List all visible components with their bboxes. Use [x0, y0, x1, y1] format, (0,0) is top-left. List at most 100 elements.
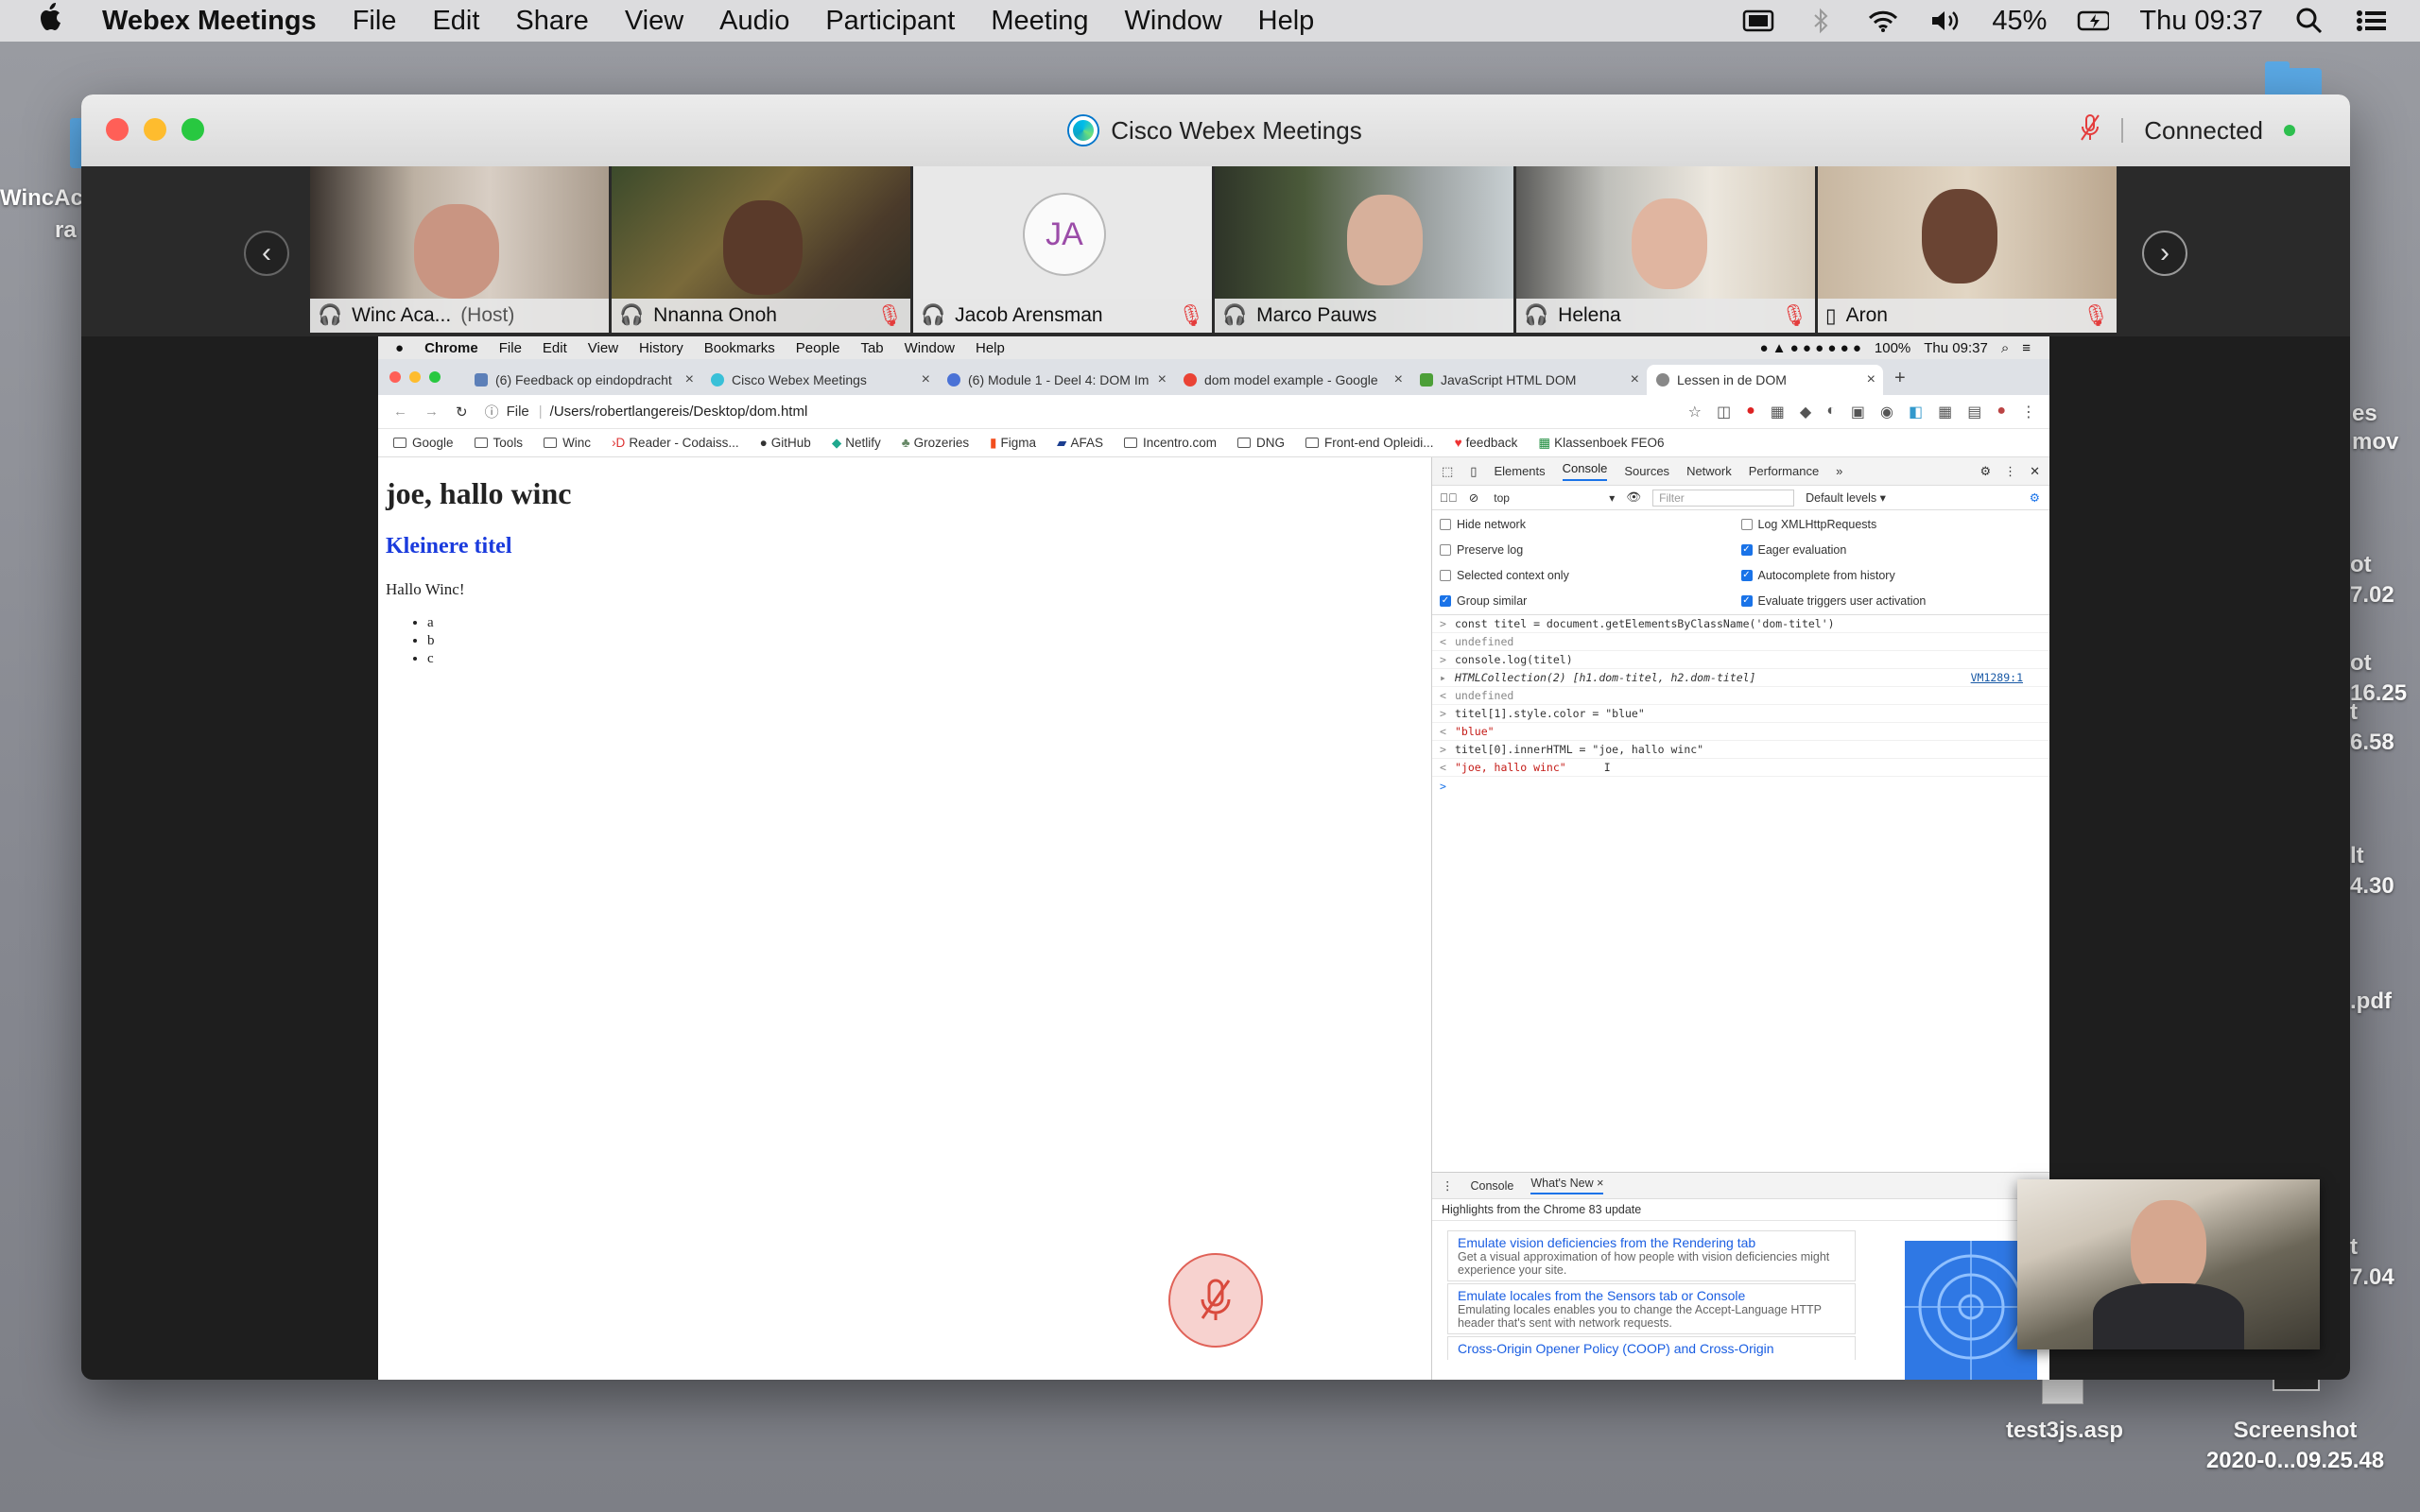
menu-participant[interactable]: Participant [825, 6, 955, 37]
self-view-body [2093, 1283, 2244, 1349]
more-tabs-icon: » [1836, 464, 1843, 478]
zoom-icon [429, 371, 441, 383]
list-item: c [427, 650, 1424, 668]
host-badge: (Host) [460, 304, 515, 326]
menu-view[interactable]: View [625, 6, 683, 37]
desktop-label[interactable]: 4.30 [2350, 873, 2394, 900]
console-line: ▸ HTMLCollection(2) [h1.dom-titel, h2.dom… [1432, 669, 2049, 687]
pocket-icon: ◫ [1716, 404, 1732, 421]
desktop-label[interactable]: ot [2350, 552, 2372, 578]
desktop-file-label[interactable]: 2020-0...09.25.48 [2182, 1448, 2409, 1474]
checkbox [1740, 518, 1753, 530]
bluetooth-icon[interactable] [1805, 8, 1837, 34]
phone-icon: ▯ [1825, 304, 1837, 327]
source-link: VM1289:1 [1970, 671, 2023, 684]
desktop-file-label[interactable]: Screenshot [2191, 1418, 2399, 1444]
self-view-video[interactable] [2017, 1179, 2320, 1349]
console-prefix: < [1440, 725, 1446, 738]
menu-file[interactable]: File [353, 6, 397, 37]
extension-icon: ◐ [1826, 402, 1836, 419]
setting-selected-context: Selected context only [1440, 567, 1741, 583]
divider [2121, 118, 2124, 143]
battery-icon[interactable] [2077, 9, 2110, 33]
reader-icon: ›D [612, 436, 626, 450]
divider: | [538, 404, 543, 420]
mic-muted-icon: 🎙 [1781, 303, 1807, 327]
participant-tile[interactable]: 🎧 Winc Aca... (Host) [310, 166, 609, 333]
camera-icon: ◉ [1879, 404, 1893, 421]
desktop-label[interactable]: ot [2350, 650, 2372, 677]
menu-audio[interactable]: Audio [719, 6, 789, 37]
devtools-panel: ⬚ ▯ Elements Console Sources Network Per… [1431, 457, 2049, 1380]
whats-new-card: Cross-Origin Opener Policy (COOP) and Cr… [1447, 1336, 1856, 1360]
list-item: a [427, 614, 1424, 632]
console-settings: Hide network Log XMLHttpRequests Preserv… [1432, 510, 2049, 615]
desktop-label[interactable]: WincAc [0, 185, 83, 212]
desktop-label[interactable]: t [2350, 1234, 2358, 1261]
reload-icon: ↻ [456, 404, 468, 421]
kebab-menu-icon: ⋮ [2004, 463, 2017, 478]
participant-face [1632, 198, 1707, 289]
menubar-clock[interactable]: Thu 09:37 [2139, 6, 2263, 37]
minimize-window-button[interactable] [144, 118, 166, 141]
participant-tile[interactable]: 🎧 Helena 🎙 [1516, 166, 1815, 333]
desktop-file-label[interactable]: test3js.asp [1998, 1418, 2131, 1444]
card-description: Emulating locales enables you to change … [1458, 1303, 1822, 1330]
close-window-button[interactable] [106, 118, 129, 141]
participant-tile[interactable]: 🎧 Marco Pauws [1215, 166, 1513, 333]
desktop-label[interactable]: 7.04 [2350, 1264, 2394, 1291]
menu-edit[interactable]: Edit [432, 6, 479, 37]
console-prefix: ▸ [1440, 671, 1446, 684]
bookmark-label: Winc [562, 436, 592, 450]
desktop-label[interactable]: .pdf [2350, 988, 2392, 1015]
desktop-label[interactable]: mov [2352, 429, 2398, 455]
setting-evaluate-triggers: ✓ Evaluate triggers user activation [1740, 593, 2043, 609]
card-description: Get a visual approximation of how people… [1458, 1250, 1830, 1277]
bookmark-item: ♣ Grozeries [902, 436, 969, 450]
participant-name: Helena [1558, 304, 1621, 326]
menu-window[interactable]: Window [1125, 6, 1222, 37]
spotlight-search-icon[interactable] [2293, 8, 2325, 34]
menu-meeting[interactable]: Meeting [991, 6, 1088, 37]
desktop-label[interactable]: ra [55, 217, 77, 244]
apple-icon[interactable] [38, 2, 72, 40]
menu-help[interactable]: Help [1258, 6, 1315, 37]
unmute-button[interactable] [1168, 1253, 1263, 1348]
bookmark-item: Incentro.com [1123, 436, 1217, 450]
desktop-label[interactable]: 6.58 [2350, 730, 2394, 756]
page-list: a b c [427, 614, 1424, 668]
chevron-left-icon[interactable]: ‹ [244, 231, 289, 276]
menu-share[interactable]: Share [515, 6, 588, 37]
participant-tile[interactable]: ▯ Aron 🎙 [1818, 166, 2117, 333]
wifi-icon[interactable] [1867, 9, 1899, 33]
menu-app-name[interactable]: Webex Meetings [102, 6, 317, 37]
forward-icon: → [424, 404, 439, 420]
tab-favicon [1656, 373, 1669, 387]
browser-tab: dom model example - Google × [1174, 365, 1410, 395]
new-tab-icon: + [1894, 368, 1906, 388]
context-value: top [1494, 490, 1510, 505]
notification-center-icon[interactable] [2356, 9, 2388, 33]
mic-muted-icon[interactable] [2080, 113, 2100, 148]
desktop-label[interactable]: 7.02 [2350, 582, 2394, 609]
afas-icon: ▰ [1057, 435, 1067, 450]
bookmark-label: Incentro.com [1142, 436, 1217, 450]
tab-console: Console [1562, 461, 1608, 481]
desktop-label[interactable]: 16.25 [2350, 680, 2407, 707]
desktop-label[interactable]: lt [2350, 843, 2364, 869]
zoom-window-button[interactable] [182, 118, 204, 141]
connection-status: Connected [2144, 115, 2263, 145]
setting-eager-evaluation: ✓ Eager evaluation [1740, 541, 2043, 558]
console-prompt: > [1432, 777, 2049, 795]
desktop-label[interactable]: es [2352, 401, 2377, 427]
participant-tile[interactable]: 🎧 Nnanna Onoh 🎙 [612, 166, 910, 333]
card-title: Emulate locales from the Sensors tab or … [1458, 1288, 1746, 1303]
chevron-right-icon[interactable]: › [2142, 231, 2187, 276]
volume-icon[interactable] [1929, 9, 1962, 33]
close-icon: ✕ [2030, 463, 2040, 478]
participant-tile[interactable]: JA 🎧 Jacob Arensman 🎙 [913, 166, 1212, 333]
desktop-label[interactable]: t [2350, 699, 2358, 726]
screen-mirror-icon[interactable] [1742, 9, 1774, 33]
checkbox-label: Preserve log [1457, 542, 1524, 557]
console-text: titel[1].style.color = "blue" [1455, 707, 1645, 720]
